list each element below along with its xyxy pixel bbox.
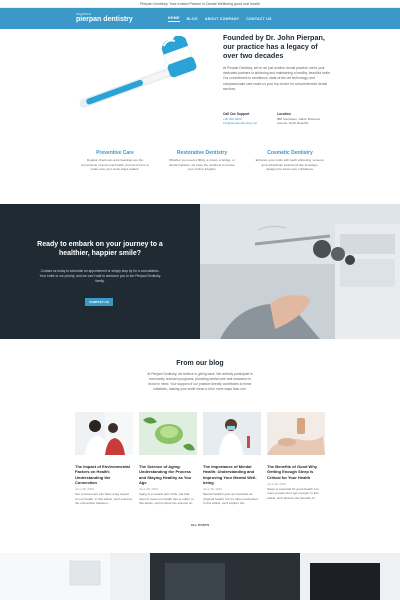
post-date: June 28, 2023 [267,481,287,486]
blog-post-card[interactable]: The Importance of Mental Health: Underst… [203,412,261,505]
nav-menu: HOME BLOG ABOUT COMPANY CONTACT US [168,8,272,29]
blog-posts: The Impact of Environmental Factors on H… [75,412,325,522]
post-date: June 28, 2023 [203,487,223,492]
address-text: 888 Sportswen, Halvin Business Avenue, N… [277,117,321,126]
announcement-text: Pierpan Dentistry, Your trusted Partner … [140,2,260,6]
service-cosmetic: Cosmetic Dentistry Enhance your smile wi… [255,150,325,172]
post-date: June 28, 2023 [75,487,95,492]
service-desc: Whether you need a filling, a crown, a b… [168,158,236,172]
post-thumbnail [139,412,197,455]
post-thumbnail [75,412,133,455]
post-title[interactable]: The Impact of Environmental Factors on H… [75,464,133,485]
service-restorative: Restorative Dentistry Whether you need a… [167,150,237,172]
toothbrush-image [70,36,205,116]
nav-item-blog[interactable]: BLOG [187,17,198,21]
post-excerpt: Sleep is essential for good health, but … [267,486,319,500]
contact-info: Call Our Support +00 000 0000 info@pierp… [223,112,333,134]
announcement-bar: Pierpan Dentistry, Your trusted Partner … [0,0,400,8]
blog-post-card[interactable]: The Benefits of Good Why Getting Enough … [267,412,325,500]
intro-body: At Pierpan Dentistry, we're not just ano… [223,66,331,91]
post-date: June 28, 2023 [139,487,159,492]
all-posts-link[interactable]: ALL POSTS [183,523,217,527]
dental-office-photo [200,204,400,339]
service-title: Restorative Dentistry [176,150,228,156]
post-excerpt: Mental health is just as important as ph… [203,492,259,505]
post-title[interactable]: The Science of Aging: Understanding the … [139,464,197,485]
post-title[interactable]: The Benefits of Good Why Getting Enough … [267,464,325,480]
logo-text: pierpan dentistry [76,16,133,23]
post-title[interactable]: The Importance of Mental Health: Underst… [203,464,261,485]
post-excerpt: Aging is a natural part of life, but tha… [139,492,195,505]
blog-post-card[interactable]: The Science of Aging: Understanding the … [139,412,197,505]
nav-item-home[interactable]: HOME [168,16,180,22]
blog-post-card[interactable]: The Impact of Environmental Factors on H… [75,412,133,505]
cta-title: Ready to embark on your journey to a hea… [37,241,163,257]
nav-item-about[interactable]: ABOUT COMPANY [205,17,239,21]
intro-title: Founded by Dr. John Pierpan, our practic… [223,33,325,60]
logo-small-text: PIERPAN [76,12,92,16]
nav-item-contact[interactable]: CONTACT US [246,17,271,21]
blog-intro: At Pierpan Dentistry, we believe in givi… [147,372,253,391]
cta-section: Ready to embark on your journey to a hea… [0,204,400,339]
cta-panel: Ready to embark on your journey to a hea… [0,204,200,339]
post-thumbnail [203,412,261,455]
blog-section-title: From our blog [176,360,224,367]
services-section: Preventive Care Regular check-ups and cl… [80,150,325,190]
service-desc: Regular check-ups and cleanings are the … [80,158,150,172]
contact-us-button[interactable]: CONTACT US [85,298,113,306]
clinic-interior-photo [0,553,400,600]
service-desc: Enhance your smile with teeth whitening,… [255,158,325,172]
post-thumbnail [267,412,325,455]
cta-body: Contact us today to schedule an appointm… [39,269,161,283]
post-excerpt: Our environment can have a big impact on… [75,492,133,505]
service-preventive: Preventive Care Regular check-ups and cl… [80,150,150,172]
service-title: Preventive Care [96,150,134,156]
main-navigation: PIERPAN pierpan dentistry HOME BLOG ABOU… [0,8,400,29]
email-link[interactable]: info@pierpandentistry.net [223,121,275,125]
site-logo[interactable]: PIERPAN pierpan dentistry [76,12,133,24]
service-title: Cosmetic Dentistry [267,150,313,156]
